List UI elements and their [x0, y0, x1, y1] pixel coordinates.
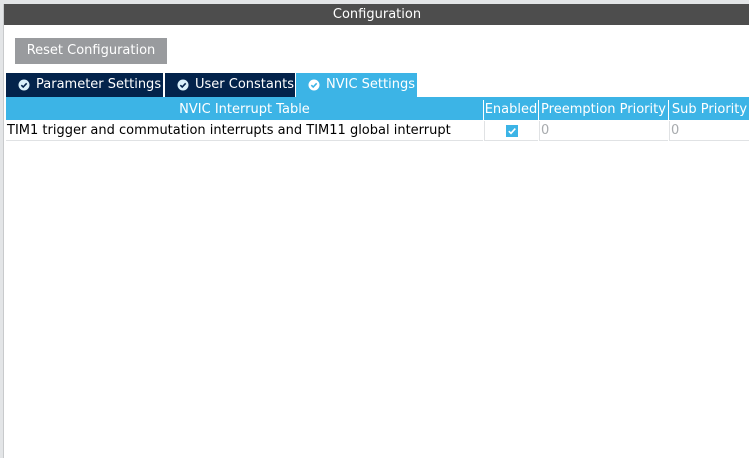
- column-header-preemption-priority[interactable]: Preemption Priority: [539, 100, 668, 120]
- enabled-checkbox[interactable]: [505, 124, 518, 137]
- configuration-panel: Configuration Reset Configuration Parame…: [3, 4, 749, 458]
- tab-parameter-settings[interactable]: Parameter Settings: [6, 73, 163, 97]
- check-circle-icon: [177, 79, 189, 91]
- preemption-priority-cell[interactable]: 0: [539, 121, 668, 141]
- tab-label: NVIC Settings: [326, 77, 415, 92]
- panel-title: Configuration: [4, 4, 749, 25]
- reset-configuration-button[interactable]: Reset Configuration: [15, 38, 167, 64]
- check-circle-icon: [308, 79, 320, 91]
- column-header-enabled[interactable]: Enabled: [484, 100, 538, 120]
- interrupt-name-cell[interactable]: TIM1 trigger and commutation interrupts …: [6, 121, 483, 141]
- tab-user-constants[interactable]: User Constants: [165, 73, 295, 97]
- tab-label: Parameter Settings: [36, 77, 162, 92]
- enabled-cell: [484, 121, 538, 141]
- column-header-interrupt-table[interactable]: NVIC Interrupt Table: [6, 100, 483, 120]
- check-circle-icon: [18, 79, 30, 91]
- tab-label: User Constants: [195, 77, 294, 92]
- sub-priority-cell[interactable]: 0: [669, 121, 749, 141]
- column-header-sub-priority[interactable]: Sub Priority: [669, 100, 749, 120]
- tab-nvic-settings[interactable]: NVIC Settings: [296, 73, 417, 97]
